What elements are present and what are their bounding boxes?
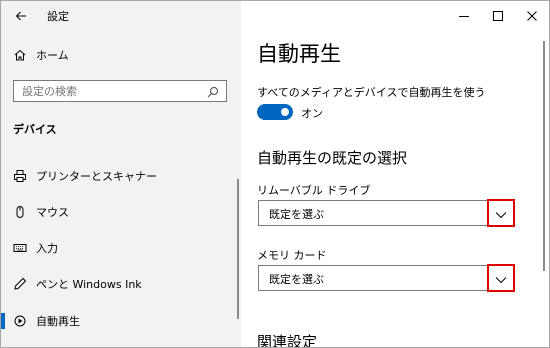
active-item-indicator bbox=[1, 313, 5, 329]
minimize-button[interactable] bbox=[447, 3, 481, 27]
minimize-icon bbox=[459, 6, 469, 25]
sidebar-item-label: 自動再生 bbox=[36, 315, 80, 328]
memory-card-dropdown[interactable]: 既定を選ぶ bbox=[258, 265, 515, 291]
pen-icon bbox=[12, 276, 28, 292]
removable-drive-chevron-highlight[interactable] bbox=[487, 199, 515, 227]
search-icon[interactable] bbox=[206, 84, 220, 98]
autoplay-icon bbox=[12, 313, 28, 329]
content-pane: 自動再生 すべてのメディアとデバイスで自動再生を使う オン 自動再生の既定の選択… bbox=[241, 1, 549, 347]
sidebar-item-label: ホーム bbox=[36, 49, 69, 62]
related-settings-heading: 関連設定 bbox=[257, 333, 318, 348]
autoplay-toggle[interactable] bbox=[257, 104, 293, 120]
sidebar-item-label: 入力 bbox=[36, 242, 58, 255]
sidebar-item-input[interactable]: 入力 bbox=[1, 233, 241, 263]
dropdown-value: 既定を選ぶ bbox=[269, 208, 324, 221]
settings-window: 設定 ホーム デバイス プリンターとスキャナー マウス bbox=[0, 0, 550, 348]
content-scrollbar[interactable] bbox=[543, 41, 545, 271]
sidebar-item-home[interactable]: ホーム bbox=[1, 40, 241, 70]
search-box[interactable] bbox=[13, 80, 227, 102]
mouse-icon bbox=[12, 204, 28, 220]
sidebar-item-mouse[interactable]: マウス bbox=[1, 197, 241, 227]
sidebar-item-autoplay[interactable]: 自動再生 bbox=[1, 306, 241, 336]
memory-card-chevron-highlight[interactable] bbox=[487, 264, 515, 292]
sidebar: 設定 ホーム デバイス プリンターとスキャナー マウス bbox=[1, 1, 241, 347]
maximize-icon bbox=[493, 6, 503, 25]
app-title: 設定 bbox=[47, 10, 69, 23]
section-heading: デバイス bbox=[13, 123, 57, 136]
back-arrow-icon[interactable] bbox=[11, 6, 31, 26]
search-input[interactable] bbox=[14, 81, 202, 101]
sidebar-item-label: ペンと Windows Ink bbox=[36, 278, 142, 291]
home-icon bbox=[12, 47, 28, 63]
removable-drive-label: リムーバブル ドライブ bbox=[257, 184, 371, 197]
memory-card-label: メモリ カード bbox=[257, 249, 327, 262]
removable-drive-dropdown[interactable]: 既定を選ぶ bbox=[258, 200, 515, 226]
dropdown-value: 既定を選ぶ bbox=[269, 273, 324, 286]
sidebar-item-label: マウス bbox=[36, 206, 69, 219]
keyboard-icon bbox=[12, 240, 28, 256]
autoplay-toggle-description: すべてのメディアとデバイスで自動再生を使う bbox=[257, 86, 486, 99]
sidebar-item-printers[interactable]: プリンターとスキャナー bbox=[1, 161, 241, 191]
sidebar-scrollbar[interactable] bbox=[237, 179, 239, 319]
printer-icon bbox=[12, 168, 28, 184]
toggle-state-label: オン bbox=[301, 107, 323, 120]
close-button[interactable] bbox=[515, 3, 549, 27]
titlebar-left: 設定 bbox=[1, 1, 241, 31]
sidebar-item-label: プリンターとスキャナー bbox=[36, 170, 157, 183]
sidebar-item-pen[interactable]: ペンと Windows Ink bbox=[1, 269, 241, 299]
maximize-button[interactable] bbox=[481, 3, 515, 27]
defaults-heading: 自動再生の既定の選択 bbox=[257, 149, 408, 167]
toggle-knob bbox=[281, 108, 289, 116]
chevron-down-icon bbox=[495, 204, 507, 223]
page-title: 自動再生 bbox=[257, 42, 341, 66]
close-icon bbox=[527, 6, 537, 25]
chevron-down-icon bbox=[495, 269, 507, 288]
